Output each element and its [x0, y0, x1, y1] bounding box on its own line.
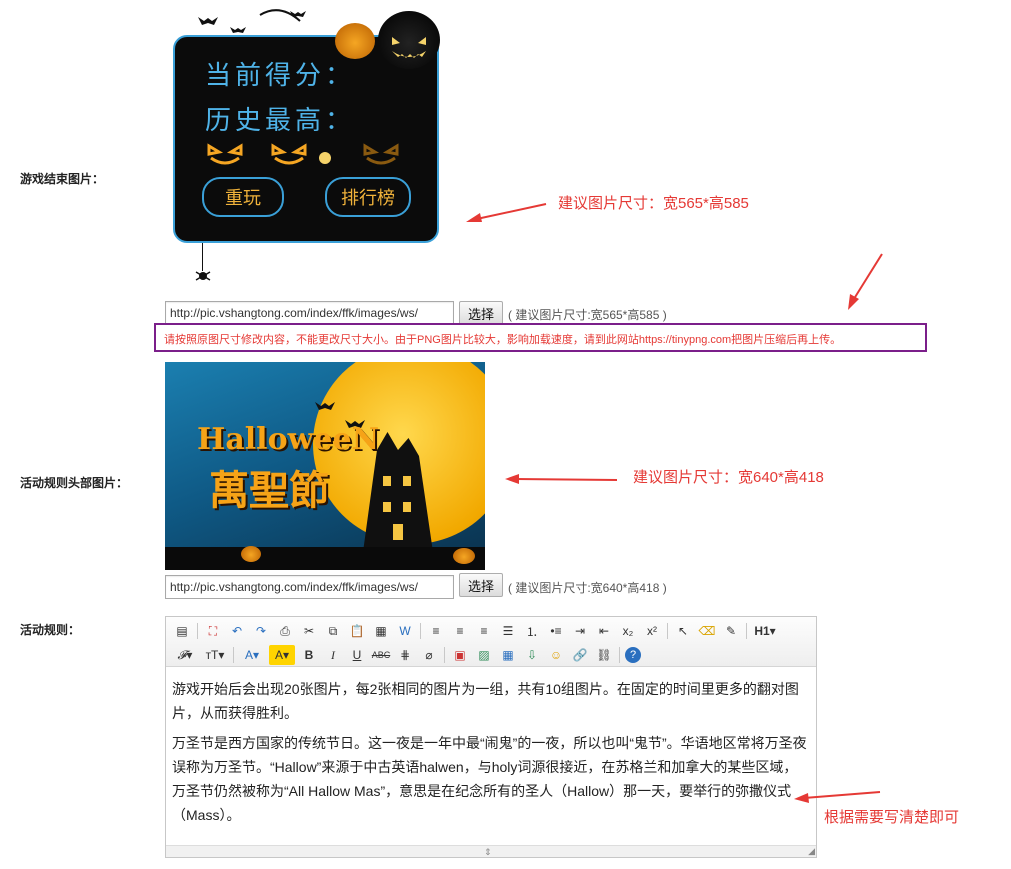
spider-thread	[202, 243, 203, 271]
highlight-color-icon[interactable]: A▾	[269, 645, 295, 665]
rules-paragraph-1: 游戏开始后会出现20张图片，每2张相同的图片为一组，共有10组图片。在固定的时间…	[172, 681, 799, 721]
insert-image-icon[interactable]: ▣	[450, 645, 470, 665]
clear-format-icon[interactable]: ⌫	[697, 621, 717, 641]
rules-note: 根据需要写清楚即可	[824, 809, 960, 826]
rules-header-size-note: 建议图片尺寸：宽640*高418	[633, 469, 824, 486]
game-end-select-button[interactable]: 选择	[459, 301, 504, 325]
game-end-size-note: 建议图片尺寸：宽565*高585	[558, 195, 749, 212]
fullscreen-icon[interactable]: ⛶	[203, 621, 223, 641]
paste-text-icon[interactable]: ▦	[371, 621, 391, 641]
font-family-icon[interactable]: 𝓕▾	[172, 645, 198, 665]
pumpkin-row-icon	[207, 143, 399, 165]
arrow-icon	[466, 203, 547, 222]
heading-dropdown[interactable]: H1 ▾	[752, 621, 778, 641]
link-icon[interactable]: 🔗	[570, 645, 590, 665]
bold-icon[interactable]: B	[299, 645, 319, 665]
replay-button: 重玩	[202, 177, 284, 217]
ground-graphic	[165, 547, 485, 570]
help-icon[interactable]: ?	[625, 647, 641, 663]
current-score-text: 当前得分：	[205, 61, 356, 91]
game-end-size-hint: ( 建议图片尺寸:宽565*高585 )	[508, 308, 667, 322]
compression-warning: 请按照原图尺寸修改内容，不能更改尺寸大小。由于PNG图片比较大，影响加载速度，请…	[154, 323, 927, 352]
superscript-icon[interactable]: x²	[642, 621, 662, 641]
italic-icon[interactable]: I	[323, 645, 343, 665]
editor-toolbar: ▤ ⛶ ↶ ↷ ⎙ ✂ ⧉ 📋 ▦ W ≡ ≡ ≡ ☰ ⒈ •≡ ⇥ ⇤ x₂ …	[166, 617, 816, 667]
redo-icon[interactable]: ↷	[251, 621, 271, 641]
line-height-icon[interactable]: ⋕	[395, 645, 415, 665]
rules-header-image-label: 活动规则头部图片：	[20, 476, 129, 490]
quick-format-icon[interactable]: ✎	[721, 621, 741, 641]
rules-label: 活动规则：	[20, 623, 81, 637]
banner-title-en: HalloweeN	[197, 422, 380, 457]
leaderboard-button: 排行榜	[325, 177, 411, 217]
arrow-icon	[505, 474, 618, 484]
corner-resize-icon[interactable]: ◢	[808, 846, 815, 857]
arrow-icon	[848, 253, 883, 310]
align-left-icon[interactable]: ≡	[426, 621, 446, 641]
strikethrough-icon[interactable]: ABC	[371, 645, 391, 665]
indent-icon[interactable]: ⇥	[570, 621, 590, 641]
subscript-icon[interactable]: x₂	[618, 621, 638, 641]
unlink-icon[interactable]: ⛓	[594, 645, 614, 665]
rules-header-select-button[interactable]: 选择	[459, 573, 504, 597]
rules-header-image-preview: HalloweeN 萬聖節	[165, 362, 485, 570]
spider-icon	[195, 271, 211, 281]
rules-header-url-input[interactable]	[165, 575, 454, 599]
paste-icon[interactable]: 📋	[347, 621, 367, 641]
banner-title-cn: 萬聖節	[209, 467, 329, 514]
underline-icon[interactable]: U	[347, 645, 367, 665]
rules-paragraph-2: 万圣节是西方国家的传统节日。这一夜是一年中最“闹鬼”的一夜，所以也叫“鬼节”。华…	[172, 735, 807, 823]
pumpkin-face-icon	[392, 37, 426, 58]
game-end-image-label: 游戏结束图片：	[20, 172, 105, 186]
align-justify-icon[interactable]: ☰	[498, 621, 518, 641]
outdent-icon[interactable]: ⇤	[594, 621, 614, 641]
pumpkin-icon	[453, 548, 475, 564]
emoji-icon[interactable]: ☺	[546, 645, 566, 665]
ordered-list-icon[interactable]: ⒈	[522, 621, 542, 641]
rules-rich-text-editor: ▤ ⛶ ↶ ↷ ⎙ ✂ ⧉ 📋 ▦ W ≡ ≡ ≡ ☰ ⒈ •≡ ⇥ ⇤ x₂ …	[165, 616, 817, 858]
copy-icon[interactable]: ⧉	[323, 621, 343, 641]
pumpkin-icon	[335, 23, 375, 59]
align-right-icon[interactable]: ≡	[474, 621, 494, 641]
rules-header-size-hint: ( 建议图片尺寸:宽640*高418 )	[508, 581, 667, 595]
font-size-icon[interactable]: тT▾	[202, 645, 228, 665]
align-center-icon[interactable]: ≡	[450, 621, 470, 641]
best-score-text: 历史最高：	[205, 106, 356, 136]
paste-word-icon[interactable]: W	[395, 621, 415, 641]
undo-icon[interactable]: ↶	[227, 621, 247, 641]
game-end-url-input[interactable]	[165, 301, 454, 325]
select-all-icon[interactable]: ↖	[673, 621, 693, 641]
editor-resize-bar[interactable]: ⇕ ◢	[166, 845, 816, 857]
house-windows-icon	[383, 476, 411, 540]
editor-content[interactable]: 游戏开始后会出现20张图片，每2张相同的图片为一组，共有10组图片。在固定的时间…	[166, 667, 816, 827]
text-color-icon[interactable]: A▾	[239, 645, 265, 665]
table-icon[interactable]: ▦	[498, 645, 518, 665]
print-icon[interactable]: ⎙	[275, 621, 295, 641]
insert-row-icon[interactable]: ⇩	[522, 645, 542, 665]
eraser-icon[interactable]: ⌀	[419, 645, 439, 665]
pumpkin-icon	[241, 546, 261, 562]
image-icon[interactable]: ▨	[474, 645, 494, 665]
unordered-list-icon[interactable]: •≡	[546, 621, 566, 641]
game-end-image-preview: 当前得分： 历史最高： 重玩 排行榜	[170, 5, 450, 290]
source-code-icon[interactable]: ▤	[172, 621, 192, 641]
resize-grip-icon[interactable]: ⇕	[484, 847, 492, 858]
cut-icon[interactable]: ✂	[299, 621, 319, 641]
arrow-icon	[794, 791, 881, 803]
